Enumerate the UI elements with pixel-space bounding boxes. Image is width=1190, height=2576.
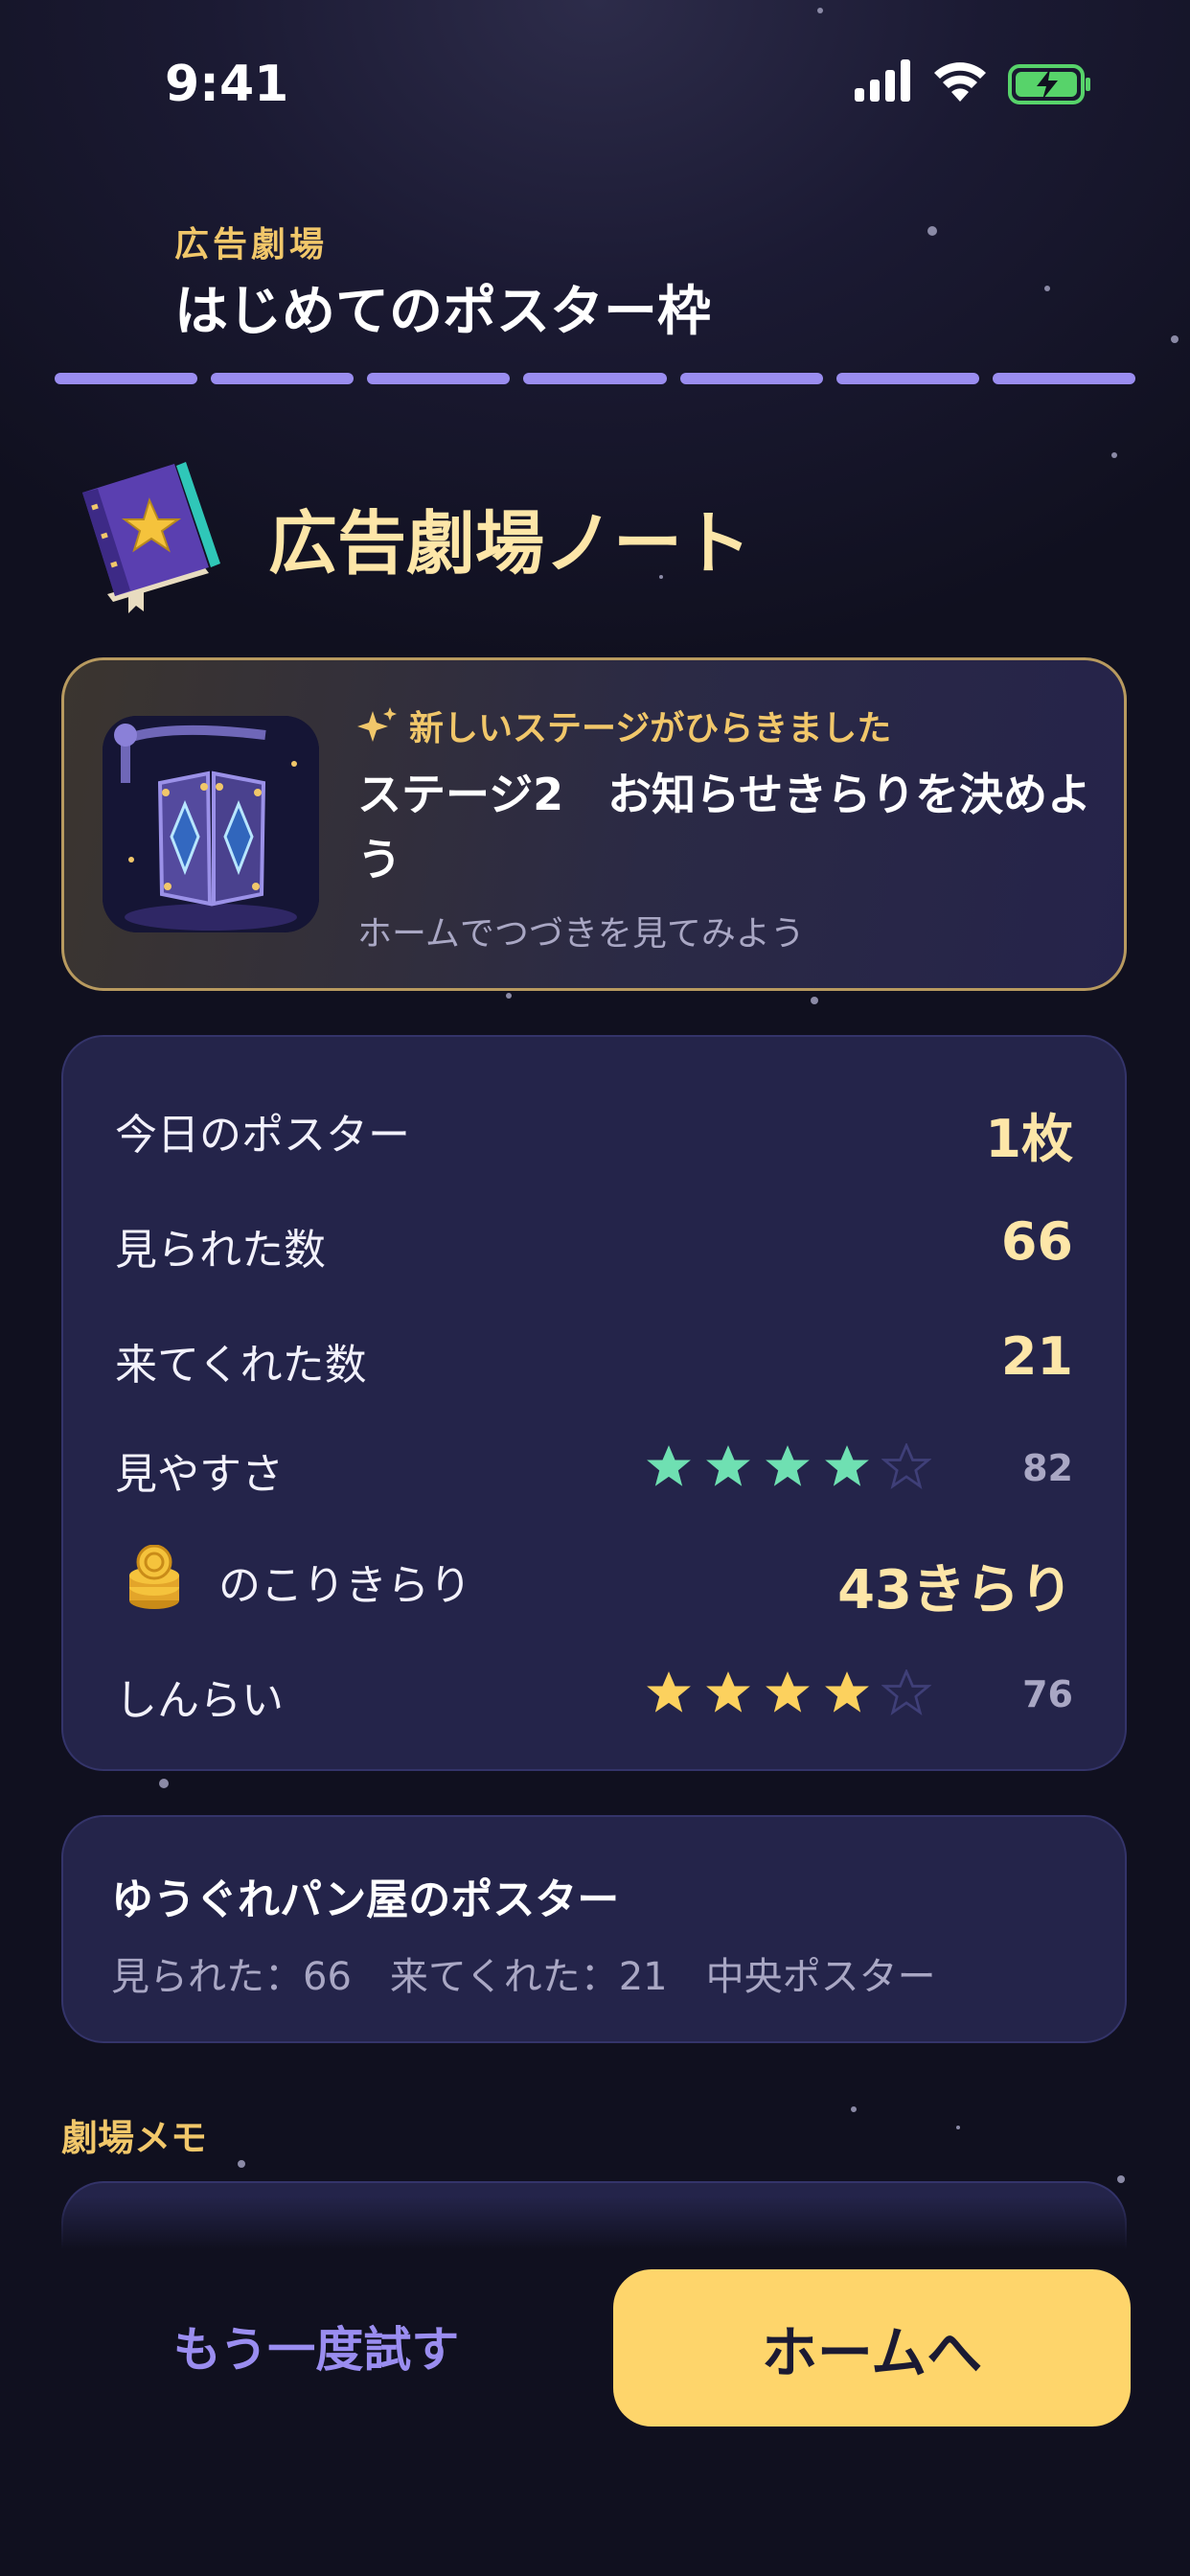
cellular-signal-icon <box>855 59 910 102</box>
sparkle-icon <box>357 707 397 742</box>
stage-lantern-image <box>103 716 319 932</box>
theater-memo-label: 劇場メモ <box>61 2117 208 2159</box>
poster-summary-card[interactable]: ゆうぐれパン屋のポスター 見られた：66 来てくれた：21 中央ポスター <box>61 1815 1127 2043</box>
stat-label: 来てくれた数 <box>115 1341 367 1390</box>
notice-title: ステージ2 お知らせきらりを決めよう <box>357 769 1092 886</box>
filled-star-icon <box>647 1445 691 1486</box>
filled-star-icon <box>766 1445 810 1486</box>
empty-star-icon <box>881 1443 931 1489</box>
background-star <box>927 226 937 236</box>
rating-stars <box>644 1669 931 1715</box>
stat-label: 見やすさ <box>115 1450 284 1499</box>
notice-subtitle: ホームでつづきを見てみよう <box>357 914 805 954</box>
stat-value: 66 <box>1000 1211 1073 1272</box>
status-bar: 9:41 <box>0 0 1190 163</box>
stat-label: しんらい <box>115 1676 284 1725</box>
filled-star-icon <box>647 1671 691 1713</box>
background-star <box>506 993 512 999</box>
progress-segment <box>211 373 355 384</box>
filled-star-icon <box>825 1671 869 1713</box>
status-time: 9:41 <box>165 56 289 113</box>
poster-title: ゆうぐれパン屋のポスター <box>111 1875 620 1924</box>
progress-segment <box>835 373 979 384</box>
stat-row-trust: しんらい 76 <box>115 1652 1073 1729</box>
filled-star-icon <box>825 1445 869 1486</box>
progress-segment <box>523 373 667 384</box>
stat-row-remaining: のこりきらり 43きらり <box>115 1537 1073 1622</box>
notice-tag-label: 新しいステージがひらきました <box>409 709 892 748</box>
stat-row-readability: 見やすさ 82 <box>115 1426 1073 1503</box>
progress-segment <box>367 373 511 384</box>
background-star <box>956 2126 960 2129</box>
stat-label: のこりきらり <box>218 1561 471 1610</box>
new-stage-notice-card[interactable]: 新しいステージがひらきました ステージ2 お知らせきらりを決めよう ホームでつづ… <box>61 657 1127 991</box>
stat-label: 今日のポスター <box>115 1111 410 1160</box>
stat-label: 見られた数 <box>115 1226 326 1275</box>
stat-value: 21 <box>1000 1326 1073 1387</box>
rating-stars <box>644 1443 931 1489</box>
progress-segment <box>992 373 1135 384</box>
page-title: はじめてのポスター枠 <box>174 281 711 343</box>
coin-stack-icon <box>129 1545 179 1609</box>
stat-row-visits: 来てくれた数 21 <box>115 1317 1073 1393</box>
note-title: 広告劇場ノート <box>268 503 752 584</box>
stat-value: 1枚 <box>985 1109 1073 1169</box>
background-star <box>1171 335 1179 343</box>
filled-star-icon <box>706 1671 750 1713</box>
stat-value: 43きらり <box>837 1559 1073 1622</box>
header-eyebrow: 広告劇場 <box>174 225 329 264</box>
background-star <box>238 2160 245 2168</box>
background-star <box>1044 286 1050 291</box>
wifi-icon <box>934 62 986 102</box>
home-button[interactable]: ホームへ <box>613 2269 1131 2426</box>
filled-star-icon <box>766 1671 810 1713</box>
notebook-icon <box>82 462 220 613</box>
progress-segment <box>55 373 198 384</box>
background-star <box>1111 452 1117 458</box>
stat-score: 76 <box>1022 1673 1073 1715</box>
stat-row-today-posters: 今日のポスター 1枚 <box>115 1087 1073 1169</box>
background-star <box>1117 2175 1125 2183</box>
filled-star-icon <box>706 1445 750 1486</box>
battery-charging-icon <box>1008 64 1090 104</box>
progress-segment <box>679 373 823 384</box>
background-star <box>811 997 818 1004</box>
background-star <box>851 2106 857 2112</box>
stat-row-views: 見られた数 66 <box>115 1202 1073 1278</box>
stat-score: 82 <box>1022 1447 1073 1489</box>
background-star <box>159 1779 169 1788</box>
retry-button[interactable]: もう一度試す <box>105 2269 527 2423</box>
stage-progress-bar <box>55 373 1135 384</box>
poster-meta: 見られた：66 来てくれた：21 中央ポスター <box>111 1955 936 1999</box>
stats-card: 今日のポスター 1枚 見られた数 66 来てくれた数 21 見やすさ 82 のこ… <box>61 1035 1127 1771</box>
empty-star-icon <box>881 1669 931 1715</box>
